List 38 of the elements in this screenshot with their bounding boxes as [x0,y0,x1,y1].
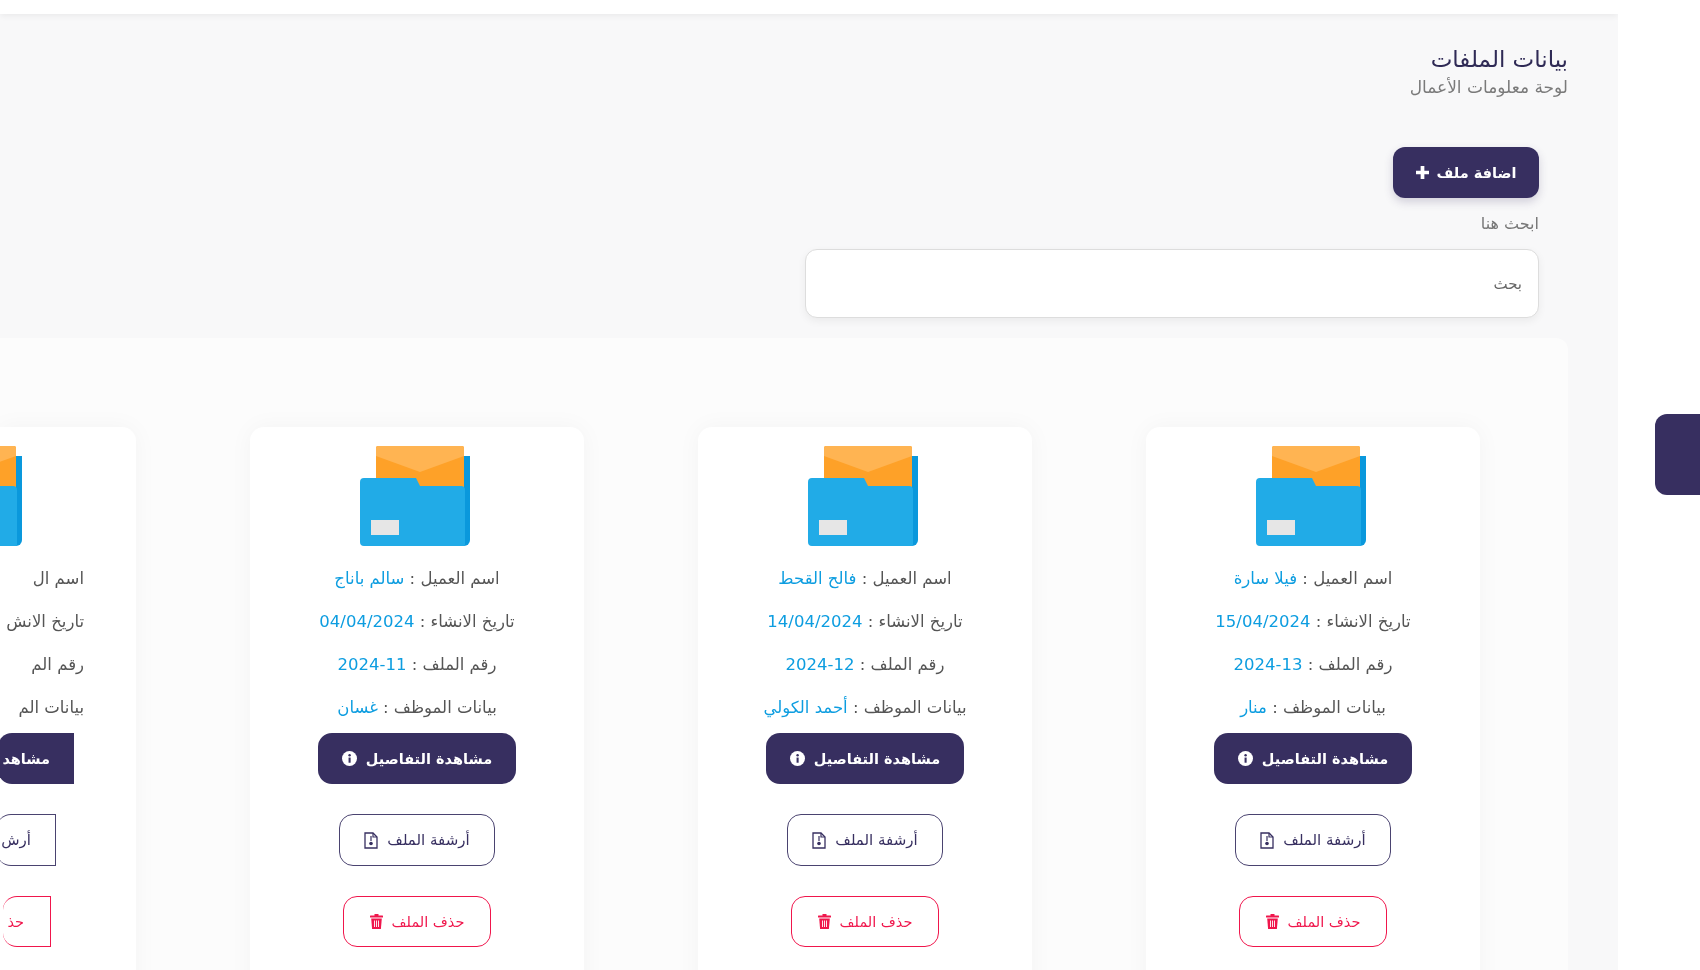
page-title: بيانات الملفات [1430,45,1568,74]
delete-button[interactable]: حذف الملف [1238,896,1388,947]
info-icon [1237,751,1253,766]
info-icon [789,751,805,766]
page-subtitle: لوحة معلومات الأعمال [1409,77,1568,97]
details-button[interactable]: مشاهدة التفاصيل [1213,733,1413,784]
info-line: بيانات الموظف : غسان [337,698,497,718]
details-button[interactable]: مشاهدة التفاصيل [317,733,517,784]
plus-icon [1415,166,1429,179]
search-field[interactable]: بحث [805,249,1539,318]
add-file-button[interactable]: اضافة ملف [1393,147,1539,198]
delete-button[interactable]: حذف الملف [790,896,940,947]
info-line: اسم العميل : سالم باناج [334,569,500,589]
archive-button[interactable]: أرشفة الملف [787,814,943,866]
trash-icon [369,914,383,929]
info-line: اسم ال [32,569,84,589]
info-icon [341,751,357,766]
details-button[interactable]: مشاهد [0,733,74,784]
trash-icon [1265,914,1279,929]
delete-button[interactable]: حذف الملف [342,896,492,947]
search-label: ابحث هنا [1480,214,1539,233]
details-button[interactable]: مشاهدة التفاصيل [765,733,965,784]
file-icon [812,831,827,849]
info-line: اسم العميل : فيلا سارة [1233,569,1393,589]
archive-button[interactable]: أرش [0,814,56,866]
archive-button[interactable]: أرشفة الملف [339,814,495,866]
archive-button[interactable]: أرشفة الملف [1235,814,1391,866]
side-tab[interactable] [1655,414,1700,495]
info-line: بيانات الم [18,698,84,718]
file-icon [364,831,379,849]
info-line: بيانات الموظف : منار [1240,698,1386,718]
info-line: اسم العميل : فالح القحط [778,569,952,589]
trash-icon [817,914,831,929]
delete-button[interactable]: حذ [3,896,51,947]
file-icon [1260,831,1275,849]
info-line: رقم الم [31,655,84,675]
info-line: بيانات الموظف : أحمد الكولي [763,698,967,718]
info-line: تاريخ الانش [6,612,84,632]
